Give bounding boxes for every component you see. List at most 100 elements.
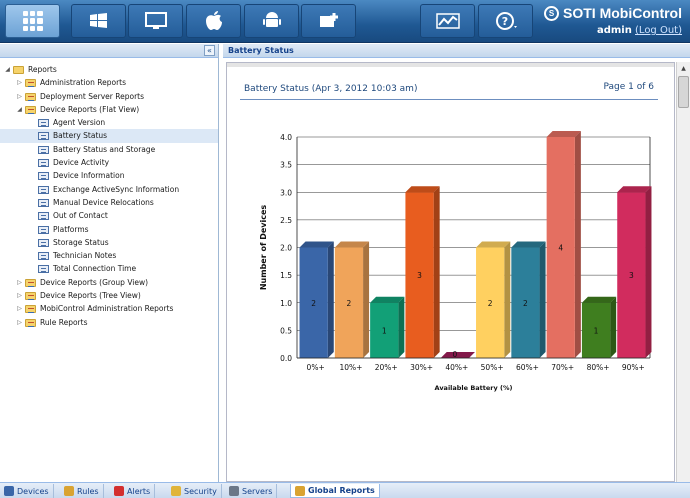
y-tick-label: 2.5 (280, 216, 292, 225)
y-tick-label: 2.0 (280, 244, 292, 253)
charts-button[interactable] (420, 4, 475, 38)
bar (546, 131, 581, 358)
tree-item[interactable]: Total Connection Time (0, 262, 218, 275)
tree-item[interactable]: ◢ Reports (0, 63, 218, 76)
android-icon (262, 12, 281, 27)
bar-side (574, 131, 581, 358)
line-chart-icon (435, 13, 460, 29)
tree-item[interactable]: ▷ Device Reports (Tree View) (0, 289, 218, 302)
data-label: 1 (594, 326, 599, 335)
tree-item-label: Agent Version (53, 118, 106, 128)
bar-side (504, 241, 511, 358)
page-indicator: Page 1 of 6 (603, 82, 655, 92)
tab-alerts[interactable]: Alerts (110, 484, 156, 498)
tree-item[interactable]: Exchange ActiveSync Information (0, 183, 218, 196)
report-icon (38, 132, 49, 141)
tab-security[interactable]: Security (167, 484, 222, 498)
tree-item[interactable]: ▷ MobiControl Administration Reports (0, 302, 218, 315)
android-devices-button[interactable] (244, 4, 299, 38)
expand-arrow-icon[interactable]: ▷ (16, 289, 23, 302)
tree-item[interactable]: ▷ Rule Reports (0, 316, 218, 329)
bottom-tab-bar: Devices Rules Alerts Security Servers Global … (0, 482, 690, 498)
tab-servers[interactable]: Servers (225, 484, 278, 498)
tree-item[interactable]: Battery Status (0, 129, 218, 143)
battery-status-chart: 0.0 0.5 1.0 1.5 2.0 2.5 3.0 3.5 4.0 Number of Dev… (259, 131, 652, 392)
reports-icon (295, 485, 305, 496)
tree-item[interactable]: Agent Version (0, 116, 218, 129)
apple-devices-button[interactable] (186, 4, 241, 38)
report-viewer-panel: Battery Status Battery Status (Apr 3, 20… (223, 44, 690, 482)
apple-icon (205, 11, 222, 30)
tree-item[interactable]: Device Activity (0, 156, 218, 169)
expand-arrow-icon[interactable]: ▷ (16, 76, 23, 89)
brand-area: S SOTI MobiControl admin (Log Out) (544, 5, 682, 36)
collapse-panel-button[interactable]: « (204, 45, 215, 56)
tree-item-label: Device Reports (Group View) (40, 277, 149, 287)
other-devices-button[interactable] (301, 4, 356, 38)
tree-item[interactable]: Technician Notes (0, 249, 218, 262)
tab-label: Alerts (127, 486, 151, 496)
x-tick-label: 40%+ (445, 363, 468, 372)
grid-icon (22, 11, 43, 31)
x-axis-title: Available Battery (%) (435, 384, 513, 392)
tree-item-label: MobiControl Administration Reports (40, 304, 174, 314)
expand-arrow-icon[interactable]: ▷ (16, 316, 23, 329)
tab-rules[interactable]: Rules (60, 484, 104, 498)
expand-arrow-icon[interactable]: ▷ (16, 90, 23, 103)
windows-devices-button[interactable] (71, 4, 126, 38)
tree-item[interactable]: ◢ Device Reports (Flat View) (0, 103, 218, 116)
tree-item[interactable]: Device Information (0, 169, 218, 182)
tree-item-label: Battery Status and Storage (53, 144, 156, 154)
tree-item[interactable]: Manual Device Relocations (0, 196, 218, 209)
tree-item-label: Exchange ActiveSync Information (53, 184, 180, 194)
bar-top (299, 241, 334, 248)
device-plus-icon (319, 13, 338, 27)
data-label: 2 (488, 299, 493, 308)
user-info: admin (Log Out) (544, 25, 682, 36)
tab-label: Security (184, 486, 217, 496)
bar-side (610, 296, 617, 358)
collapse-arrow-icon[interactable]: ◢ (16, 103, 23, 116)
tab-global-reports[interactable]: Global Reports (290, 484, 380, 498)
tree-item[interactable]: ▷ Deployment Server Reports (0, 90, 218, 103)
data-label: 1 (382, 326, 387, 335)
device-icon (4, 486, 14, 496)
tree-item[interactable]: ▷ Administration Reports (0, 76, 218, 89)
help-icon: ? (495, 12, 517, 30)
data-label: 2 (523, 299, 528, 308)
folder-icon (13, 66, 24, 74)
tree-item[interactable]: Out of Contact (0, 209, 218, 222)
collapse-arrow-icon[interactable]: ◢ (4, 63, 11, 76)
report-icon (38, 252, 49, 261)
x-tick-label: 10%+ (339, 363, 362, 372)
tree-item-label: Reports (28, 65, 57, 74)
x-tick-label: 0%+ (307, 363, 325, 372)
y-tick-label: 3.0 (280, 188, 292, 197)
bar (511, 241, 546, 358)
folder-icon (25, 318, 36, 327)
shield-icon (171, 486, 181, 496)
logout-link[interactable]: (Log Out) (635, 25, 682, 36)
tab-label: Servers (242, 486, 273, 496)
expand-arrow-icon[interactable]: ▷ (16, 302, 23, 315)
scroll-thumb[interactable] (678, 76, 689, 108)
tree-item[interactable]: Storage Status (0, 236, 218, 249)
tree-item[interactable]: Battery Status and Storage (0, 143, 218, 156)
tab-label: Global Reports (308, 486, 375, 495)
windows-desktop-button[interactable] (128, 4, 183, 38)
windows-logo-icon (89, 13, 107, 28)
help-button[interactable]: ? (478, 4, 533, 38)
rules-icon (64, 486, 74, 496)
expand-arrow-icon[interactable]: ▷ (16, 276, 23, 289)
bar (334, 241, 370, 358)
data-label: 4 (558, 244, 563, 253)
vertical-scrollbar[interactable]: ▲ (676, 62, 690, 482)
tree-item-label: Device Information (53, 171, 125, 181)
tab-devices[interactable]: Devices (0, 484, 54, 498)
tree-item[interactable]: ▷ Device Reports (Group View) (0, 276, 218, 289)
all-devices-button[interactable] (5, 4, 60, 38)
scroll-up-icon[interactable]: ▲ (677, 62, 690, 75)
tree-item[interactable]: Platforms (0, 223, 218, 236)
reports-tree: ◢ Reports ▷ Administration Reports ▷ Deployme… (0, 58, 218, 329)
server-icon (229, 486, 239, 496)
